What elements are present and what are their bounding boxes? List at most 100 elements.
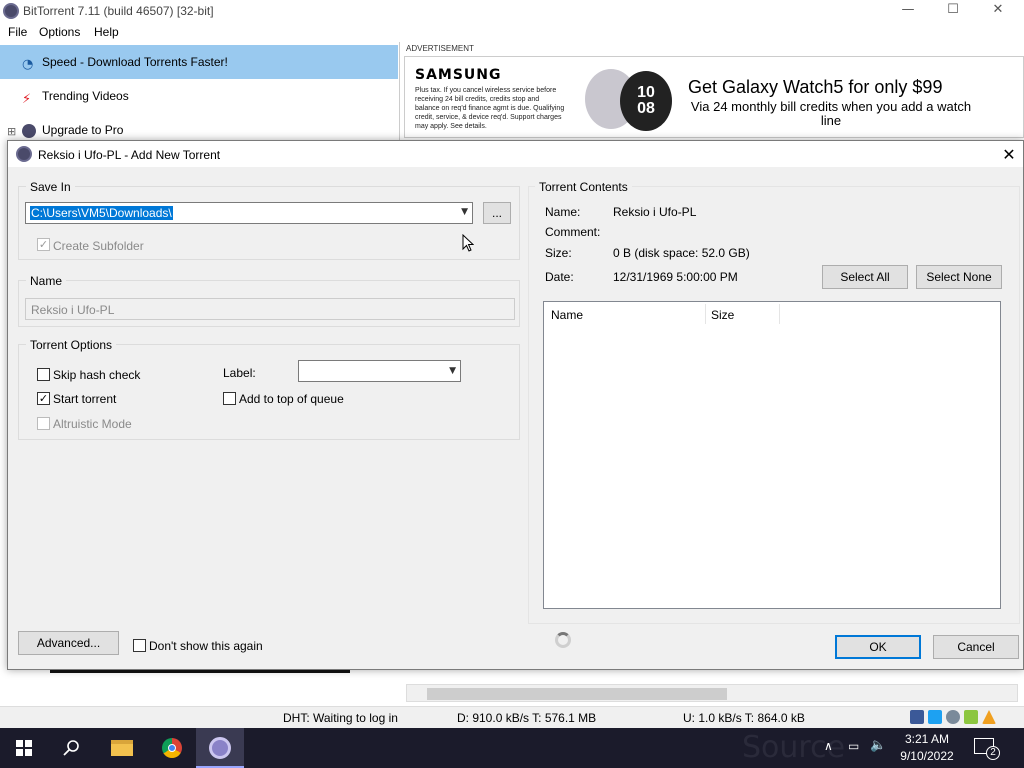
chevron-down-icon[interactable]: ▼ — [461, 207, 468, 217]
sidebar-item-trending[interactable]: ⚡ Trending Videos — [0, 80, 398, 114]
column-separator[interactable] — [705, 304, 706, 324]
system-tray: ∧ ▭ 🔈 3:21 AM 9/10/2022 2 — [804, 728, 1024, 768]
start-torrent-checkbox[interactable]: ✓ — [37, 392, 50, 405]
speed-gauge-icon: ◔ — [22, 57, 34, 72]
cancel-button[interactable]: Cancel — [933, 635, 1019, 659]
dont-show-checkbox[interactable] — [133, 639, 146, 652]
altruistic-mode-checkbox[interactable] — [37, 417, 50, 430]
label-combo[interactable]: ▼ — [298, 360, 461, 382]
ad-label: ADVERTISEMENT — [406, 44, 474, 53]
sidebar-item-speed[interactable]: ◔ Speed - Download Torrents Faster! — [0, 45, 398, 79]
close-window-button[interactable]: ✕ — [978, 2, 1018, 20]
contents-date-value: 12/31/1969 5:00:00 PM — [613, 270, 738, 284]
save-in-heading: Save In — [26, 180, 75, 194]
advertisement-banner[interactable]: SAMSUNG Plus tax. If you cancel wireless… — [404, 56, 1024, 138]
contents-comment-label: Comment: — [545, 225, 601, 239]
file-list[interactable]: Name Size — [543, 301, 1001, 609]
menu-options[interactable]: Options — [39, 25, 80, 39]
maximize-button[interactable]: ☐ — [933, 2, 973, 20]
torrent-name-field[interactable]: Reksio i Ufo-PL — [25, 298, 515, 320]
dialog-title: Reksio i Ufo-PL - Add New Torrent — [38, 148, 221, 162]
search-button[interactable] — [48, 728, 96, 768]
mouse-cursor-icon — [462, 234, 474, 252]
download-status: D: 910.0 kB/s T: 576.1 MB — [457, 711, 597, 725]
window-title: BitTorrent 7.11 (build 46507) [32-bit] — [23, 4, 214, 18]
watch-face: 10 08 — [620, 71, 672, 131]
scrollbar-thumb[interactable] — [427, 688, 727, 700]
bittorrent-icon — [22, 124, 36, 138]
windows-icon — [16, 740, 32, 756]
contents-date-label: Date: — [545, 270, 574, 284]
column-size[interactable]: Size — [711, 308, 734, 322]
contents-name-label: Name: — [545, 205, 581, 219]
dht-status: DHT: Waiting to log in — [283, 711, 398, 725]
android-icon[interactable] — [964, 710, 978, 724]
warning-icon[interactable] — [982, 710, 996, 724]
file-explorer-button[interactable] — [98, 728, 146, 768]
start-button[interactable] — [0, 728, 48, 768]
add-torrent-dialog: Reksio i Ufo-PL - Add New Torrent ✕ Save… — [7, 140, 1024, 670]
network-icon[interactable]: ▭ — [848, 739, 859, 753]
contents-size-label: Size: — [545, 246, 572, 260]
status-bar: DHT: Waiting to log in D: 910.0 kB/s T: … — [0, 706, 1024, 728]
add-to-top-label: Add to top of queue — [239, 392, 344, 406]
skip-hash-checkbox[interactable] — [37, 368, 50, 381]
create-subfolder-label: Create Subfolder — [53, 239, 144, 253]
chrome-button[interactable] — [148, 728, 196, 768]
bittorrent-icon — [16, 146, 32, 162]
column-name[interactable]: Name — [551, 308, 583, 322]
dont-show-label: Don't show this again — [149, 639, 263, 653]
main-titlebar: BitTorrent 7.11 (build 46507) [32-bit] —… — [0, 0, 1024, 22]
create-subfolder-checkbox[interactable]: ✓ — [37, 238, 50, 251]
altruistic-mode-label: Altruistic Mode — [53, 417, 132, 431]
ad-subline: Via 24 monthly bill credits when you add… — [690, 99, 972, 128]
start-torrent-label: Start torrent — [53, 392, 117, 406]
minimize-button[interactable]: — — [888, 2, 928, 20]
torrent-options-heading: Torrent Options — [26, 338, 117, 352]
select-none-button[interactable]: Select None — [916, 265, 1002, 289]
label-caption: Label: — [223, 366, 256, 380]
file-list-header: Name Size — [544, 302, 1000, 328]
ad-fine-print: Plus tax. If you cancel wireless service… — [415, 87, 565, 130]
menu-bar: File Options Help — [0, 22, 400, 42]
bittorrent-taskbar-button[interactable] — [196, 728, 244, 768]
add-to-top-checkbox[interactable] — [223, 392, 236, 405]
advanced-button[interactable]: Advanced... — [18, 631, 119, 655]
name-heading: Name — [26, 274, 67, 288]
torrent-name-value: Reksio i Ufo-PL — [31, 303, 115, 317]
sidebar-item-label: Speed - Download Torrents Faster! — [42, 55, 228, 69]
menu-file[interactable]: File — [8, 25, 27, 39]
ad-brand: SAMSUNG — [415, 67, 502, 83]
horizontal-scrollbar[interactable] — [406, 684, 1018, 702]
volume-icon[interactable]: 🔈 — [870, 738, 886, 753]
contents-name-value: Reksio i Ufo-PL — [613, 205, 697, 219]
menu-help[interactable]: Help — [94, 25, 119, 39]
expand-icon[interactable]: ⊞ — [7, 125, 16, 138]
torrent-contents-heading: Torrent Contents — [535, 180, 632, 194]
bittorrent-icon — [209, 737, 231, 759]
clock-time[interactable]: 3:21 AM — [901, 732, 953, 746]
save-path-value[interactable]: C:\Users\VM5\Downloads\ — [30, 206, 173, 220]
clock-date[interactable]: 9/10/2022 — [896, 749, 958, 763]
globe-icon[interactable] — [946, 710, 960, 724]
lightning-icon: ⚡ — [22, 92, 32, 107]
select-all-button[interactable]: Select All — [822, 265, 908, 289]
bittorrent-logo-icon — [3, 3, 19, 19]
dialog-close-button[interactable]: ✕ — [999, 145, 1019, 164]
notification-count: 2 — [986, 746, 1000, 760]
twitter-icon[interactable] — [928, 710, 942, 724]
sidebar-item-label: Upgrade to Pro — [42, 123, 124, 137]
ad-headline: Get Galaxy Watch5 for only $99 — [688, 77, 943, 97]
chevron-down-icon[interactable]: ▼ — [449, 366, 456, 376]
save-path-combo[interactable]: C:\Users\VM5\Downloads\ ▼ — [25, 202, 473, 224]
ok-button[interactable]: OK — [835, 635, 921, 659]
loading-spinner-icon — [555, 632, 571, 648]
dialog-titlebar: Reksio i Ufo-PL - Add New Torrent ✕ — [8, 141, 1023, 167]
browse-button[interactable]: ... — [483, 202, 511, 224]
column-separator[interactable] — [779, 304, 780, 324]
sidebar-item-label: Trending Videos — [42, 89, 129, 103]
contents-size-value: 0 B (disk space: 52.0 GB) — [613, 246, 750, 260]
watch-time: 10 08 — [637, 84, 655, 117]
chevron-up-icon[interactable]: ∧ — [824, 739, 833, 753]
facebook-icon[interactable] — [910, 710, 924, 724]
